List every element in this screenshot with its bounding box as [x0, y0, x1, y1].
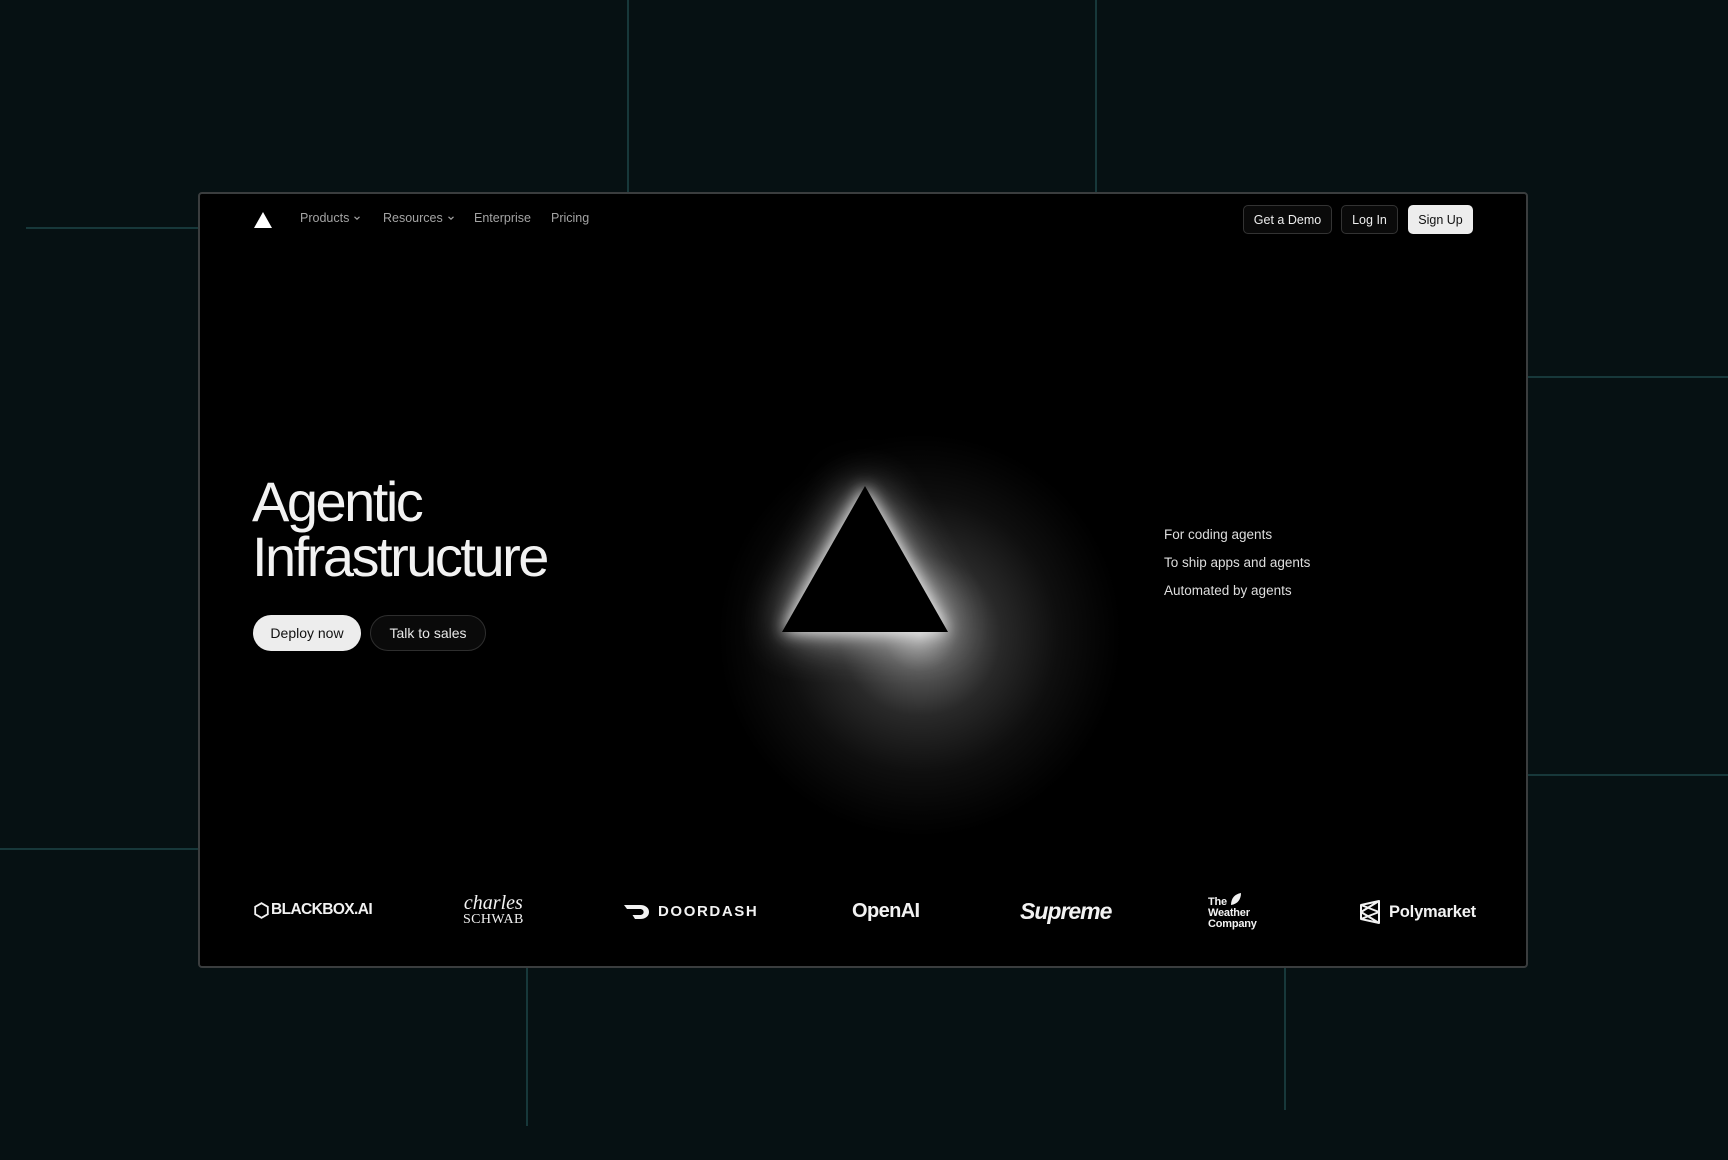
blackbox-hexagon-icon: [254, 901, 269, 919]
nav-item-label: Enterprise: [474, 211, 531, 225]
blackbox-logo-text: BLACKBOX.AI: [271, 901, 373, 918]
login-button[interactable]: Log In: [1341, 205, 1398, 234]
hero-title-line: Infrastructure: [252, 525, 549, 588]
bg-grid-line: [26, 227, 198, 229]
openai-logo: OpenAI: [852, 900, 920, 923]
supreme-logo: Supreme: [1020, 898, 1112, 925]
weather-company-text: The Weather Company: [1208, 897, 1257, 930]
hero-title-line: Agentic: [252, 470, 424, 533]
top-nav: Products Resources Enterprise Pricing Ge…: [200, 194, 1526, 244]
deploy-now-button[interactable]: Deploy now: [253, 615, 361, 651]
schwab-logo-bottom: SCHWAB: [463, 912, 524, 927]
polymarket-icon: [1360, 900, 1380, 924]
nav-item-pricing[interactable]: Pricing: [551, 211, 589, 225]
polymarket-logo-text: Polymarket: [1389, 902, 1476, 921]
nav-item-enterprise[interactable]: Enterprise: [474, 211, 531, 225]
chevron-down-icon: [354, 216, 361, 221]
bg-grid-line: [0, 848, 198, 850]
triangle-logo-icon[interactable]: [254, 212, 272, 228]
doordash-dash-icon: [624, 904, 649, 919]
nav-item-products[interactable]: Products: [300, 211, 361, 225]
weather-company-line: Company: [1208, 918, 1257, 930]
get-demo-button[interactable]: Get a Demo: [1243, 205, 1332, 234]
schwab-logo-top: charles: [463, 892, 523, 914]
polymarket-logo: Polymarket: [1359, 900, 1476, 924]
chevron-down-icon: [447, 216, 454, 221]
supreme-logo-text: Supreme: [1020, 898, 1112, 924]
bg-grid-line: [526, 968, 528, 1126]
nav-item-label: Products: [300, 211, 350, 225]
doordash-logo-text: DOORDASH: [658, 903, 759, 920]
bg-grid-line: [1284, 968, 1286, 1110]
nav-item-label: Resources: [383, 211, 443, 225]
bg-grid-line: [1528, 376, 1728, 378]
doordash-logo: DOORDASH: [624, 903, 758, 920]
hero-title: Agentic Infrastructure: [252, 470, 549, 588]
bg-grid-line: [1528, 774, 1728, 776]
hero-triangle-icon: [780, 484, 950, 634]
signup-button[interactable]: Sign Up: [1408, 205, 1473, 234]
blackbox-logo: BLACKBOX.AI: [254, 901, 373, 919]
bg-grid-line: [627, 0, 629, 192]
browser-window: Products Resources Enterprise Pricing Ge…: [198, 192, 1528, 968]
nav-item-label: Pricing: [551, 211, 590, 225]
openai-logo-text: OpenAI: [852, 900, 920, 922]
nav-item-resources[interactable]: Resources: [383, 211, 455, 225]
weather-company-logo: The Weather Company: [1208, 892, 1272, 934]
talk-to-sales-button[interactable]: Talk to sales: [370, 615, 486, 651]
bg-grid-line: [1095, 0, 1097, 192]
hero-tagline: Automated by agents: [1164, 583, 1292, 598]
hero-tagline: For coding agents: [1164, 527, 1273, 542]
charles-schwab-logo: charles SCHWAB: [463, 892, 524, 927]
hero-tagline: To ship apps and agents: [1164, 555, 1311, 570]
